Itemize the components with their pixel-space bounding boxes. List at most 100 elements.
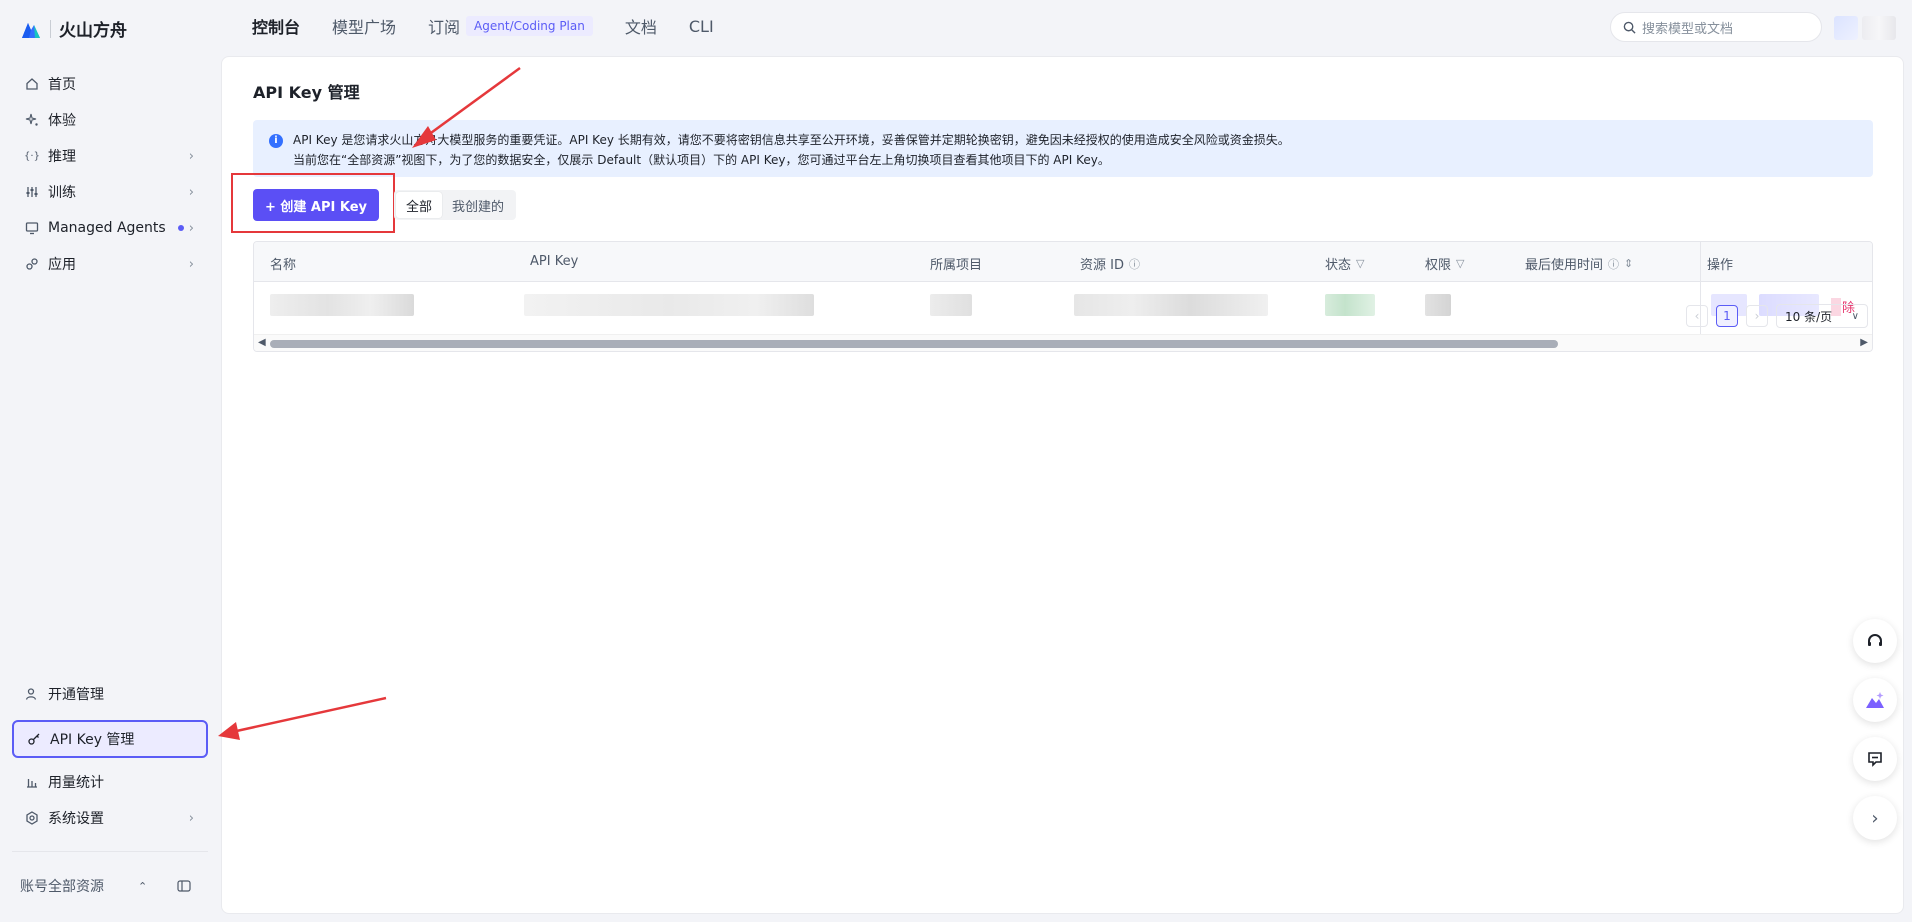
code-icon: {·} [24, 150, 40, 162]
api-key-table: 名称 API Key 所属项目 资源 ID ⓘ 状态 ▽ 权限 ▽ 最后使用时间… [253, 241, 1873, 352]
sidebar: 首页 体验 {·} 推理 › 训练 › Managed Agents › 应用 … [0, 56, 220, 922]
topnav-subscription[interactable]: 订阅 Agent/Coding Plan [428, 14, 593, 38]
home-icon [24, 76, 40, 92]
notice-line-1: API Key 是您请求火山方舟大模型服务的重要凭证。API Key 长期有效，… [293, 133, 1290, 147]
account-scope-label: 账号全部资源 [20, 879, 104, 895]
sidebar-item-managed-agents[interactable]: Managed Agents › [12, 209, 208, 247]
info-icon: i [269, 134, 283, 148]
filter-icon[interactable]: ▽ [1456, 257, 1464, 270]
chevron-right-icon: › [188, 220, 194, 236]
sidebar-item-label: 体验 [48, 113, 76, 129]
mountain-sparkle-icon [1866, 692, 1884, 708]
api-key-notice: i API Key 是您请求火山方舟大模型服务的重要凭证。API Key 长期有… [253, 120, 1873, 177]
page-number-current[interactable]: 1 [1716, 305, 1738, 327]
customer-service-button[interactable] [1853, 619, 1897, 663]
horizontal-scrollbar[interactable]: ◀ ▶ [254, 334, 1872, 351]
sidebar-item-label: API Key 管理 [50, 732, 135, 748]
brand-name: 火山方舟 [59, 21, 127, 41]
main-panel: API Key 管理 i API Key 是您请求火山方舟大模型服务的重要凭证。… [221, 56, 1904, 914]
chevron-up-icon: ⌃ [138, 879, 148, 893]
key-icon [26, 731, 42, 747]
sidebar-item-home[interactable]: 首页 [12, 65, 208, 103]
topnav-model-square[interactable]: 模型广场 [332, 14, 396, 38]
scrollbar-thumb[interactable] [270, 340, 1558, 348]
gear-icon [24, 810, 40, 826]
sidebar-item-label: 训练 [48, 185, 76, 201]
sidebar-item-api-key[interactable]: API Key 管理 [12, 720, 208, 758]
brand[interactable]: 火山方舟 [20, 16, 127, 41]
top-bar: 火山方舟 控制台 模型广场 订阅 Agent/Coding Plan 文档 CL… [0, 0, 1912, 56]
search-icon [1623, 21, 1636, 34]
redacted-project [930, 294, 972, 316]
next-page-button[interactable]: › [1746, 305, 1768, 327]
avatar[interactable] [1834, 16, 1858, 40]
message-icon [1868, 752, 1882, 767]
sidebar-divider [12, 851, 208, 852]
user-menu-avatar[interactable] [1862, 16, 1896, 40]
search-placeholder: 搜索模型或文档 [1642, 21, 1734, 37]
sidebar-item-inference[interactable]: {·} 推理 › [12, 137, 208, 175]
redacted-resource-id [1074, 294, 1268, 316]
sidebar-item-usage[interactable]: 用量统计 [12, 763, 208, 801]
sidebar-item-apps[interactable]: 应用 › [12, 245, 208, 283]
new-dot-badge [177, 225, 184, 231]
plan-badge: Agent/Coding Plan [466, 16, 593, 36]
filter-icon[interactable]: ▽ [1356, 257, 1364, 270]
sidebar-item-label: 系统设置 [48, 811, 104, 827]
chevron-right-icon: › [188, 184, 194, 200]
topnav-console[interactable]: 控制台 [252, 14, 300, 38]
sidebar-item-activation[interactable]: 开通管理 [12, 675, 208, 713]
prev-page-button[interactable]: ‹ [1686, 305, 1708, 327]
top-nav: 控制台 模型广场 订阅 Agent/Coding Plan 文档 CLI [252, 14, 746, 38]
collapse-sidebar-icon[interactable] [177, 880, 191, 892]
tab-all[interactable]: 全部 [396, 192, 443, 218]
sidebar-item-label: Managed Agents [48, 220, 166, 236]
expand-panel-button[interactable]: › [1853, 796, 1897, 840]
chevron-right-icon: › [188, 810, 194, 826]
status-badge [1325, 294, 1375, 316]
col-project: 所属项目 [930, 258, 983, 273]
redacted-api-key [524, 294, 814, 316]
sidebar-item-settings[interactable]: 系统设置 › [12, 799, 208, 837]
volcano-logo-icon [22, 22, 40, 38]
page-size-select[interactable]: 10 条/页 ∨ [1776, 304, 1868, 328]
sidebar-item-label: 首页 [48, 77, 76, 93]
col-last-used-label: 最后使用时间 [1525, 258, 1604, 273]
sliders-icon [24, 184, 40, 200]
sidebar-item-label: 推理 [48, 149, 76, 165]
feedback-button[interactable] [1853, 737, 1897, 781]
sidebar-item-label: 用量统计 [48, 775, 104, 791]
notice-line-2: 当前您在“全部资源”视图下，为了您的数据安全，仅展示 Default（默认项目）… [293, 153, 1110, 167]
col-status-label: 状态 [1325, 258, 1352, 273]
filter-tabs: 全部 我创建的 [394, 190, 517, 220]
topnav-cli[interactable]: CLI [689, 17, 714, 36]
sidebar-item-label: 开通管理 [48, 687, 104, 703]
scroll-left-icon[interactable]: ◀ [258, 337, 266, 348]
sidebar-item-label: 应用 [48, 257, 76, 273]
col-resource-id-label: 资源 ID [1080, 258, 1124, 273]
scroll-right-icon[interactable]: ▶ [1860, 337, 1868, 348]
chevron-right-icon: › [188, 148, 194, 164]
bar-chart-icon [24, 774, 40, 790]
assistant-button[interactable] [1853, 678, 1897, 722]
user-icon [24, 686, 40, 702]
search-input[interactable]: 搜索模型或文档 [1610, 12, 1822, 42]
sort-icon[interactable]: ⇕ [1624, 257, 1633, 270]
brand-divider [50, 19, 51, 38]
create-api-key-button[interactable]: + 创建 API Key [253, 189, 379, 221]
col-last-used: 最后使用时间 ⓘ ⇕ [1525, 254, 1633, 273]
account-scope-switcher[interactable]: 账号全部资源 ⌃ [20, 876, 195, 896]
topnav-docs[interactable]: 文档 [625, 14, 657, 38]
col-status: 状态 ▽ [1325, 254, 1364, 273]
page-size-value: 10 条/页 [1785, 309, 1833, 324]
redacted-name [270, 294, 414, 316]
topnav-subscription-label: 订阅 [428, 18, 461, 37]
chevron-right-icon: › [1871, 807, 1879, 829]
tab-created-by-me[interactable]: 我创建的 [442, 192, 514, 218]
sidebar-item-experience[interactable]: 体验 [12, 101, 208, 139]
pagination: ‹ 1 › 10 条/页 ∨ [1686, 304, 1868, 328]
sparkle-icon [24, 112, 40, 128]
monitor-icon [24, 220, 40, 236]
col-resource-id: 资源 ID ⓘ [1080, 254, 1140, 274]
sidebar-item-training[interactable]: 训练 › [12, 173, 208, 211]
